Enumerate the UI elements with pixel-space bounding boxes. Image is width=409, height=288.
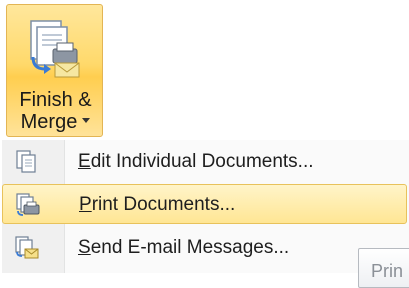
finish-merge-menu: Edit Individual Documents... Print Docum… bbox=[2, 140, 409, 273]
ribbon-group: Finish & Merge bbox=[0, 0, 409, 140]
finish-merge-label-line2: Merge bbox=[7, 111, 104, 133]
menu-item-print-documents[interactable]: Print Documents... bbox=[2, 184, 407, 224]
menu-item-edit-individual-documents[interactable]: Edit Individual Documents... bbox=[2, 142, 407, 182]
send-email-icon bbox=[15, 236, 39, 259]
print-button-label: Prin bbox=[371, 261, 404, 281]
menu-item-label: Edit Individual Documents... bbox=[78, 151, 314, 173]
finish-merge-icon bbox=[30, 20, 80, 78]
print-button-partial[interactable]: Prin bbox=[358, 248, 409, 288]
finish-merge-label-text: Merge bbox=[20, 111, 78, 133]
dropdown-caret-icon bbox=[82, 118, 91, 124]
menu-item-label: Print Documents... bbox=[79, 194, 235, 216]
menu-item-label-text: end E-mail Messages... bbox=[90, 237, 290, 258]
menu-item-label-text: rint Documents... bbox=[91, 194, 236, 215]
menu-item-accelerator: E bbox=[78, 151, 91, 172]
menu-item-label: Send E-mail Messages... bbox=[78, 237, 289, 259]
print-documents-icon bbox=[16, 193, 40, 216]
menu-item-send-email-messages[interactable]: Send E-mail Messages... bbox=[2, 228, 407, 268]
menu-item-accelerator: S bbox=[78, 237, 91, 258]
finish-merge-button[interactable]: Finish & Merge bbox=[6, 4, 103, 137]
menu-item-label-text: dit Individual Documents... bbox=[90, 151, 314, 172]
finish-merge-label-line1: Finish & bbox=[19, 89, 92, 111]
menu-item-accelerator: P bbox=[79, 194, 92, 215]
edit-documents-icon bbox=[16, 150, 36, 173]
